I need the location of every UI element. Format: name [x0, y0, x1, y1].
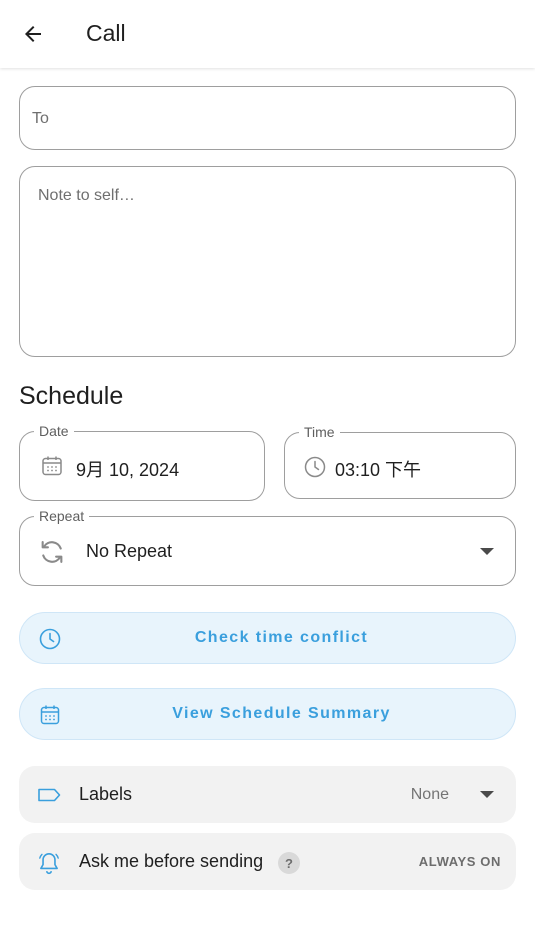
- to-input[interactable]: [32, 105, 502, 133]
- repeat-icon: [41, 541, 63, 563]
- chevron-down-icon: [480, 548, 494, 555]
- label-tag-icon: [38, 788, 61, 802]
- check-time-conflict-label: Check time conflict: [194, 629, 369, 646]
- check-time-conflict-button[interactable]: Check time conflict: [19, 612, 516, 664]
- note-input[interactable]: [38, 187, 498, 337]
- to-field-container: [19, 86, 516, 150]
- ask-before-sending-row[interactable]: Ask me before sending ? ALWAYS ON: [19, 833, 516, 890]
- date-value: 9月 10, 2024: [76, 460, 180, 480]
- chevron-down-icon: [480, 791, 494, 798]
- bell-icon: [39, 852, 59, 875]
- time-field[interactable]: Time 03:10 下午: [284, 424, 516, 499]
- app-bar: Call: [0, 0, 535, 68]
- page-title: Call: [86, 20, 126, 46]
- time-value: 03:10 下午: [335, 460, 422, 480]
- repeat-value: No Repeat: [86, 541, 173, 561]
- help-icon[interactable]: ?: [278, 852, 300, 874]
- labels-selector[interactable]: Labels None: [19, 766, 516, 823]
- repeat-dropdown[interactable]: Repeat No Repeat: [19, 508, 516, 586]
- time-label: Time: [299, 424, 340, 440]
- date-field[interactable]: Date 9月 10, 2024: [19, 423, 265, 501]
- labels-value: None: [410, 786, 449, 803]
- arrow-left-icon: [25, 26, 41, 42]
- always-on-status: ALWAYS ON: [418, 854, 501, 869]
- date-label: Date: [34, 423, 74, 439]
- clock-icon: [304, 456, 326, 478]
- back-button[interactable]: [16, 18, 50, 50]
- view-schedule-summary-label: View Schedule Summary: [172, 705, 391, 722]
- schedule-section-title: Schedule: [19, 382, 124, 410]
- repeat-label: Repeat: [34, 508, 90, 524]
- view-schedule-summary-button[interactable]: View Schedule Summary: [19, 688, 516, 740]
- ask-before-sending-label: Ask me before sending: [79, 851, 264, 871]
- calendar-icon: [42, 456, 62, 476]
- labels-label: Labels: [79, 784, 133, 804]
- note-field-container: [19, 166, 516, 357]
